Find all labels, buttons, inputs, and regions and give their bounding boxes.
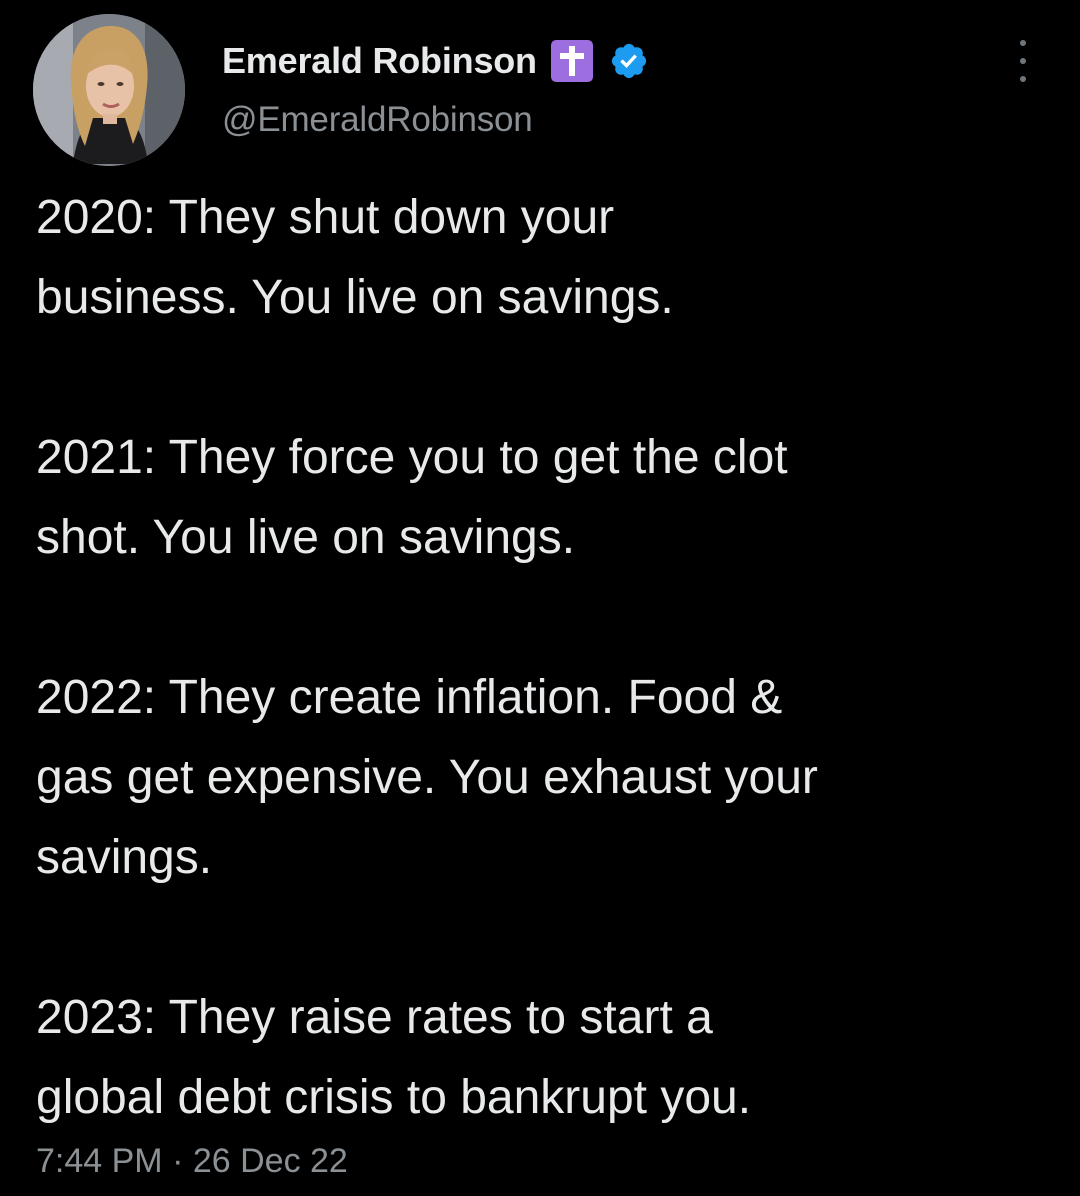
- tweet: Emerald Robinson @EmeraldRobinson 2020: …: [0, 0, 1080, 1196]
- tweet-line: gas get expensive. You exhaust your: [36, 751, 818, 804]
- author-name-row: Emerald Robinson: [222, 36, 649, 86]
- tweet-text: 2020: They shut down your business. You …: [36, 178, 1056, 1138]
- avatar-image: [33, 14, 185, 166]
- tweet-line: 2022: They create inflation. Food &: [36, 671, 783, 724]
- tweet-line: 2023: They raise rates to start a: [36, 991, 713, 1044]
- tweet-line: global debt crisis to bankrupt you.: [36, 1071, 752, 1124]
- tweet-paragraph: 2020: They shut down your business. You …: [36, 178, 1056, 338]
- author-name[interactable]: Emerald Robinson: [222, 40, 537, 82]
- tweet-line: 2020: They shut down your: [36, 191, 615, 244]
- verified-icon: [611, 43, 646, 79]
- tweet-line: shot. You live on savings.: [36, 511, 576, 564]
- cross-icon: [550, 40, 593, 82]
- tweet-paragraph: 2022: They create inflation. Food & gas …: [36, 658, 1056, 898]
- tweet-paragraph: 2021: They force you to get the clot sho…: [36, 418, 1056, 578]
- tweet-line: savings.: [36, 831, 213, 884]
- tweet-line: 2021: They force you to get the clot: [36, 431, 788, 484]
- author-handle[interactable]: @EmeraldRobinson: [222, 100, 533, 140]
- avatar[interactable]: [33, 14, 185, 166]
- more-options-icon[interactable]: [1008, 40, 1038, 82]
- tweet-paragraph: 2023: They raise rates to start a global…: [36, 978, 1056, 1138]
- tweet-line: business. You live on savings.: [36, 271, 674, 324]
- tweet-timestamp[interactable]: 7:44 PM · 26 Dec 22: [36, 1142, 348, 1181]
